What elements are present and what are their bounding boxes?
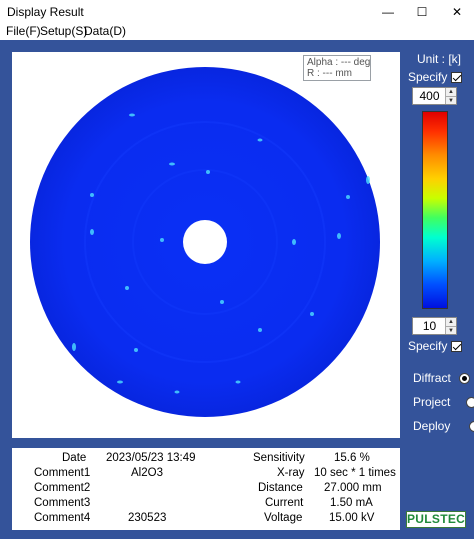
info-row-comment1: Comment1 Al2O3 X-ray 10 sec * 1 times bbox=[12, 467, 400, 482]
date-value: 2023/05/23 13:49 bbox=[106, 452, 196, 464]
mode-project-label: Project bbox=[413, 395, 451, 409]
diffraction-ring-image[interactable] bbox=[12, 52, 400, 438]
measurement-info-panel: Date 2023/05/23 13:49 Sensitivity 15.6 %… bbox=[12, 448, 400, 530]
center-hole bbox=[183, 220, 227, 264]
diffraction-spot bbox=[125, 286, 129, 290]
voltage-label: Voltage bbox=[264, 512, 303, 524]
distance-value: 27.000 mm bbox=[324, 482, 382, 494]
specify-min-checkbox[interactable]: Specify bbox=[408, 339, 463, 353]
diffraction-image-panel[interactable] bbox=[12, 52, 400, 438]
diffraction-spot bbox=[235, 380, 241, 384]
sensitivity-value: 15.6 % bbox=[334, 452, 370, 464]
diffraction-spot bbox=[220, 300, 224, 304]
diffraction-spot bbox=[134, 348, 138, 352]
comment4-label: Comment4 bbox=[34, 512, 91, 524]
diffraction-spot bbox=[90, 229, 94, 235]
unit-label: Unit : [k] bbox=[417, 52, 462, 66]
comment2-label: Comment2 bbox=[34, 482, 91, 494]
spin-up-icon[interactable]: ▲ bbox=[445, 88, 456, 96]
comment4-value: 230523 bbox=[128, 512, 167, 524]
radio-unselected-icon[interactable] bbox=[466, 396, 474, 408]
color-scale-bar bbox=[422, 111, 448, 309]
pulstec-logo: PULSTEC bbox=[406, 511, 466, 528]
menu-bar: File(F) Setup(S) Data(D) bbox=[0, 24, 474, 40]
menu-data[interactable]: Data(D) bbox=[84, 24, 126, 40]
position-readout: Alpha : --- deg R : --- mm bbox=[303, 55, 371, 81]
sensitivity-label: Sensitivity bbox=[253, 452, 305, 464]
specify-max-checkbox[interactable]: Specify bbox=[408, 70, 463, 84]
window-title: Display Result bbox=[7, 5, 84, 19]
mode-deploy-label: Deploy bbox=[413, 419, 451, 433]
current-label: Current bbox=[265, 497, 304, 509]
min-value[interactable]: 10 bbox=[413, 319, 446, 333]
diffraction-spot bbox=[346, 195, 350, 199]
max-value[interactable]: 400 bbox=[413, 89, 446, 103]
menu-setup[interactable]: Setup(S) bbox=[40, 24, 87, 40]
info-row-date: Date 2023/05/23 13:49 Sensitivity 15.6 % bbox=[12, 452, 400, 467]
diffraction-spot bbox=[90, 193, 94, 197]
diffraction-spot bbox=[169, 162, 175, 166]
mode-deploy-radio[interactable]: Deploy bbox=[413, 419, 474, 433]
diffraction-spot bbox=[117, 380, 123, 384]
spin-up-icon[interactable]: ▲ bbox=[445, 318, 456, 326]
info-row-comment4: Comment4 230523 Voltage 15.00 kV bbox=[12, 512, 400, 527]
comment1-value: Al2O3 bbox=[131, 467, 163, 479]
diffraction-spot bbox=[257, 138, 263, 142]
diffraction-spot bbox=[292, 239, 296, 245]
diffraction-spot bbox=[129, 113, 135, 117]
r-readout: R : --- mm bbox=[307, 68, 352, 79]
radio-unselected-icon[interactable] bbox=[469, 420, 474, 432]
close-button[interactable]: ✕ bbox=[440, 0, 474, 24]
mode-diffract-label: Diffract bbox=[413, 371, 451, 385]
diffraction-spot bbox=[366, 176, 370, 184]
spin-down-icon[interactable]: ▼ bbox=[445, 96, 456, 104]
date-label: Date bbox=[62, 452, 87, 464]
voltage-value: 15.00 kV bbox=[329, 512, 375, 524]
mode-diffract-radio[interactable]: Diffract bbox=[413, 371, 470, 385]
checkbox-checked-icon[interactable] bbox=[451, 71, 463, 83]
diffraction-spot bbox=[310, 312, 314, 316]
max-value-spinner[interactable]: 400 ▲ ▼ bbox=[412, 87, 457, 105]
specify-max-label: Specify bbox=[408, 70, 448, 84]
info-row-comment2: Comment2 Distance 27.000 mm bbox=[12, 482, 400, 497]
specify-min-label: Specify bbox=[408, 339, 448, 353]
comment1-label: Comment1 bbox=[34, 467, 91, 479]
spin-down-icon[interactable]: ▼ bbox=[445, 326, 456, 334]
diffraction-spot bbox=[258, 328, 262, 332]
xray-value: 10 sec * 1 times bbox=[314, 467, 396, 479]
minimize-button[interactable]: — bbox=[371, 0, 405, 24]
distance-label: Distance bbox=[258, 482, 303, 494]
alpha-readout: Alpha : --- deg bbox=[307, 57, 371, 68]
mode-project-radio[interactable]: Project bbox=[413, 395, 474, 409]
diffraction-spot bbox=[337, 233, 341, 239]
info-row-comment3: Comment3 Current 1.50 mA bbox=[12, 497, 400, 512]
comment3-label: Comment3 bbox=[34, 497, 91, 509]
checkbox-checked-icon[interactable] bbox=[451, 340, 463, 352]
title-bar: Display Result — ☐ ✕ bbox=[0, 0, 474, 24]
current-value: 1.50 mA bbox=[330, 497, 373, 509]
menu-file[interactable]: File(F) bbox=[6, 24, 41, 40]
xray-label: X-ray bbox=[277, 467, 305, 479]
diffraction-spot bbox=[160, 238, 164, 242]
maximize-button[interactable]: ☐ bbox=[405, 0, 439, 24]
diffraction-spot bbox=[72, 343, 76, 351]
min-value-spinner[interactable]: 10 ▲ ▼ bbox=[412, 317, 457, 335]
radio-selected-icon[interactable] bbox=[458, 372, 470, 384]
diffraction-spot bbox=[174, 390, 180, 394]
diffraction-spot bbox=[206, 170, 210, 174]
